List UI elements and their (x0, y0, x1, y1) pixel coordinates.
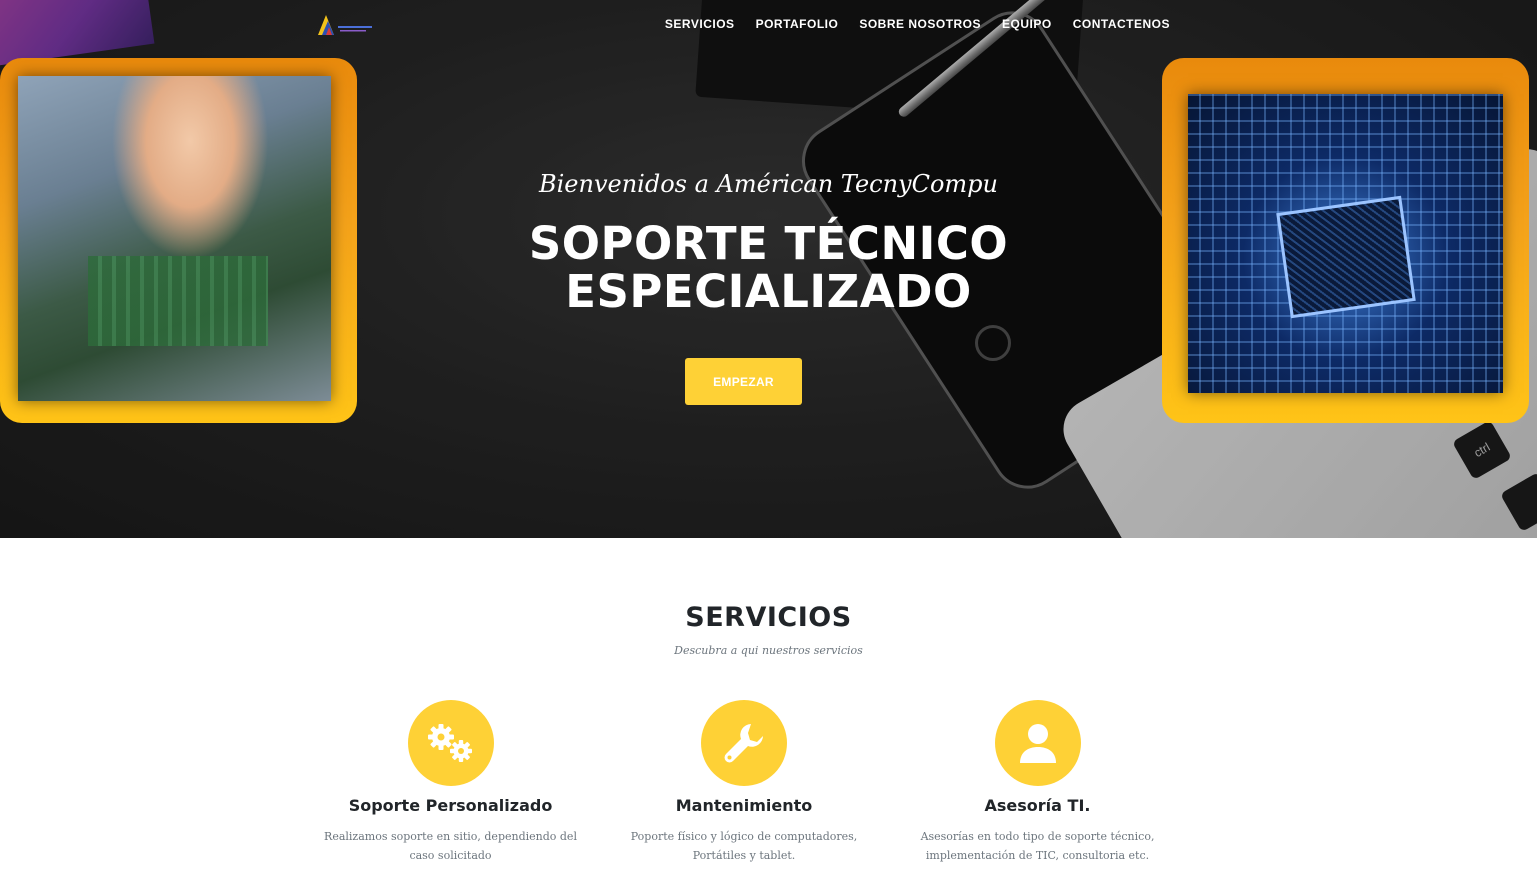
main-nav: SERVICIOS PORTAFOLIO SOBRE NOSOTROS EQUI… (665, 17, 1170, 31)
nav-equipo[interactable]: EQUIPO (1002, 17, 1052, 31)
services-subheading: Descubra a qui nuestros servicios (674, 644, 863, 657)
logo-icon (318, 15, 372, 35)
hero-title-line1: SOPORTE TÉCNICO (528, 217, 1009, 270)
service-description: Poporte físico y lógico de computadores,… (630, 830, 858, 862)
service-description: Realizamos soporte en sitio, dependiendo… (324, 830, 577, 862)
service-title: Asesoría TI. (984, 796, 1091, 815)
hero-title: SOPORTE TÉCNICO ESPECIALIZADO (0, 220, 1537, 316)
wrench-icon (701, 700, 787, 786)
nav-portafolio[interactable]: PORTAFOLIO (756, 17, 839, 31)
services-heading: SERVICIOS (685, 602, 852, 633)
service-description: Asesorías en todo tipo de soporte técnic… (920, 830, 1155, 862)
service-item: Mantenimiento Poporte físico y lógico de… (598, 700, 891, 865)
hero-section: ctrl SERVICIOS PORTAFOLIO SOBRE NOSOTROS… (0, 0, 1537, 538)
service-item: Soporte Personalizado Realizamos soporte… (304, 700, 597, 865)
gears-icon (407, 700, 494, 786)
nav-servicios[interactable]: SERVICIOS (665, 17, 735, 31)
hero-text: Bienvenidos a Américan TecnyCompu SOPORT… (0, 170, 1537, 316)
nav-contactenos[interactable]: CONTACTENOS (1073, 17, 1170, 31)
hero-title-line2: ESPECIALIZADO (565, 265, 972, 318)
nav-sobre-nosotros[interactable]: SOBRE NOSOTROS (859, 17, 981, 31)
brand-logo[interactable] (316, 13, 374, 37)
user-icon (994, 700, 1081, 786)
hero-subtitle: Bienvenidos a Américan TecnyCompu (538, 170, 999, 198)
services-list: Soporte Personalizado Realizamos soporte… (304, 700, 1184, 865)
service-title: Mantenimiento (675, 796, 813, 815)
service-title: Soporte Personalizado (348, 796, 553, 815)
start-button[interactable]: EMPEZAR (685, 358, 802, 405)
service-item: Asesoría TI. Asesorías en todo tipo de s… (891, 700, 1184, 865)
services-section: SERVICIOS Descubra a qui nuestros servic… (0, 538, 1537, 874)
